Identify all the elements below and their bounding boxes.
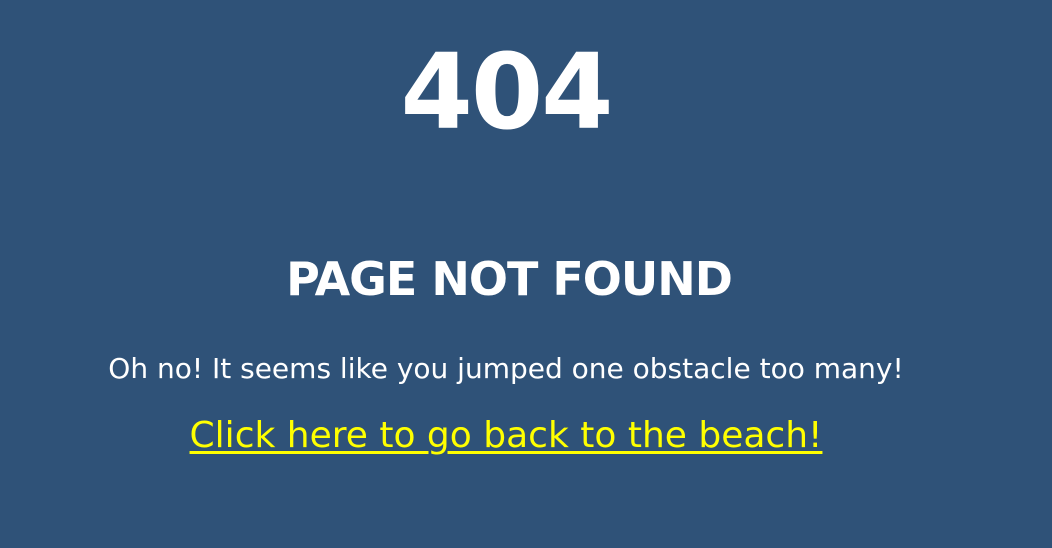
back-link-container: Click here to go back to the beach! [0, 414, 1012, 457]
error-code: 404 [400, 31, 613, 153]
page-title: PAGE NOT FOUND [286, 252, 733, 306]
error-message: Oh no! It seems like you jumped one obst… [108, 352, 904, 385]
back-to-beach-link[interactable]: Click here to go back to the beach! [190, 415, 823, 456]
error-page: 404 PAGE NOT FOUND Oh no! It seems like … [0, 0, 1052, 548]
